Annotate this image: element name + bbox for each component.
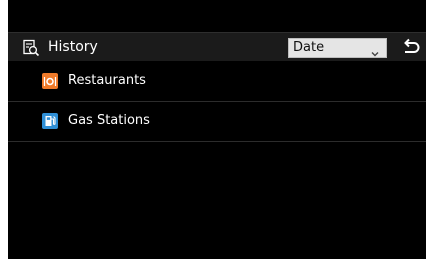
sort-dropdown[interactable]: Date: [288, 38, 387, 58]
header-bar: History Date: [8, 32, 426, 61]
list-item-label: Gas Stations: [68, 113, 150, 128]
page-title: History: [48, 39, 98, 55]
sort-dropdown-value: Date: [293, 40, 325, 55]
history-search-icon: [22, 39, 40, 57]
gas-station-icon: [42, 113, 58, 129]
chevron-down-icon: [371, 45, 379, 57]
list-item-gas-stations[interactable]: Gas Stations: [8, 102, 426, 142]
back-button[interactable]: [397, 38, 423, 58]
list-item-restaurants[interactable]: Restaurants: [8, 62, 426, 102]
restaurant-icon: [42, 73, 58, 89]
list-item-label: Restaurants: [68, 73, 146, 88]
history-list: Restaurants Gas Stations: [8, 62, 426, 142]
back-arrow-icon: [397, 38, 423, 62]
nav-screen: History Date Restaurants Gas Stations: [8, 0, 426, 259]
